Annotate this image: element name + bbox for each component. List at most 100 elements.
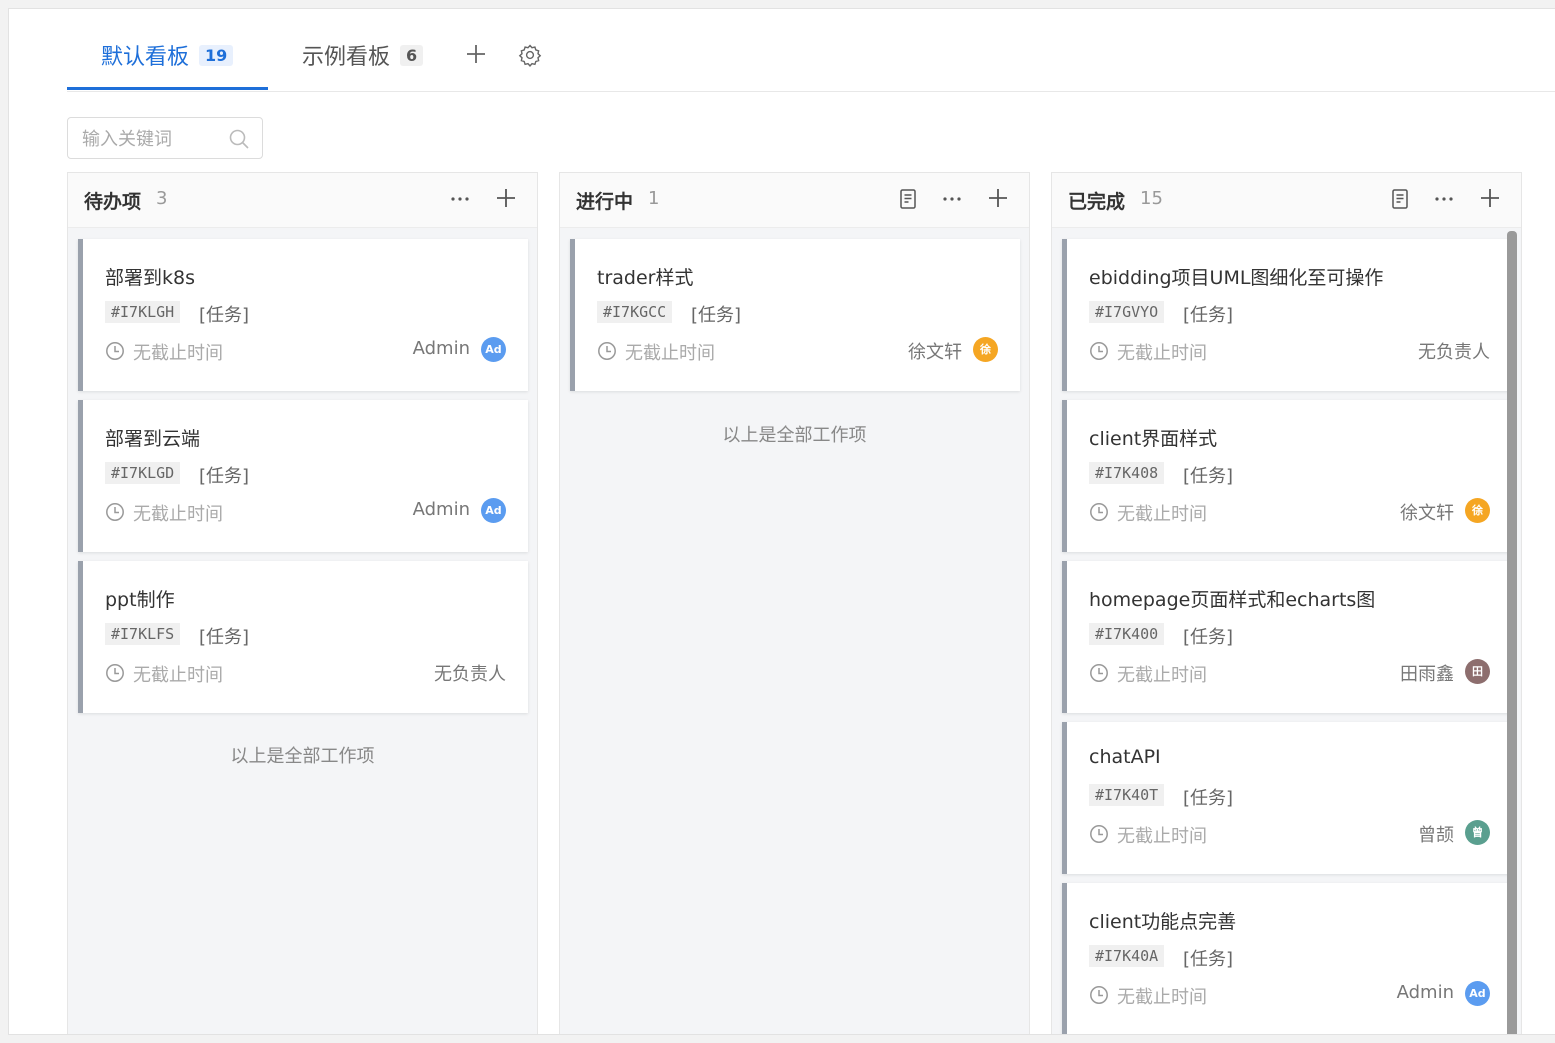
card-due: 无截止时间 (133, 504, 223, 525)
card-title: 部署到k8s (105, 267, 195, 289)
clock-icon (1090, 986, 1108, 1004)
task-card[interactable]: chatAPI #I7K40T [任务] 无截止时间 曾颉 曾 (1062, 722, 1512, 874)
column-title: 进行中 (576, 191, 634, 213)
task-card[interactable]: trader样式 #I7KGCC [任务] 无截止时间 徐文轩 徐 (570, 239, 1020, 391)
card-code: #I7KLGH (105, 301, 181, 323)
tab-count: 19 (199, 44, 234, 66)
card-title: homepage页面样式和echarts图 (1089, 589, 1376, 611)
clock-icon (106, 503, 124, 521)
card-owner: 无负责人 (434, 664, 506, 685)
clock-icon (106, 664, 124, 682)
column-title: 待办项 (84, 191, 142, 213)
task-card[interactable]: ppt制作 #I7KLFS [任务] 无截止时间 无负责人 (78, 561, 528, 713)
column-header: 进行中 1 (560, 173, 1029, 228)
card-type: [任务] (1183, 627, 1234, 648)
kanban-window: 默认看板 19 示例看板 6 待办项 3 (8, 8, 1555, 1035)
add-card-icon[interactable] (986, 187, 1010, 211)
card-type: [任务] (1183, 949, 1234, 970)
card-code: #I7K408 (1089, 462, 1165, 484)
task-card[interactable]: homepage页面样式和echarts图 #I7K400 [任务] 无截止时间… (1062, 561, 1512, 713)
task-card[interactable]: 部署到云端 #I7KLGD [任务] 无截止时间 Admin Ad (78, 400, 528, 552)
card-type: [任务] (199, 466, 250, 487)
card-due: 无截止时间 (1117, 504, 1207, 525)
card-title: chatAPI (1089, 746, 1161, 768)
column-in-progress: 进行中 1 trader样式 #I7KGCC [任务] 无截止时间 徐文轩 徐 … (559, 172, 1030, 1034)
column-done: 已完成 15 ebidding项目UML图细化至可操作 #I7GVYO [任务]… (1051, 172, 1522, 1034)
tab-example-board[interactable]: 示例看板 6 (302, 39, 424, 71)
avatar: Ad (1465, 981, 1490, 1006)
card-due: 无截止时间 (625, 343, 715, 364)
card-code: #I7KLGD (105, 462, 181, 484)
card-code: #I7KGCC (597, 301, 673, 323)
task-card[interactable]: ebidding项目UML图细化至可操作 #I7GVYO [任务] 无截止时间 … (1062, 239, 1512, 391)
card-code: #I7K40T (1089, 784, 1165, 806)
plus-icon[interactable] (463, 43, 489, 69)
more-icon[interactable] (940, 187, 964, 211)
card-type: [任务] (691, 305, 742, 326)
card-title: ebidding项目UML图细化至可操作 (1089, 267, 1384, 289)
avatar: Ad (481, 498, 506, 523)
more-icon[interactable] (448, 187, 472, 211)
card-title: ppt制作 (105, 589, 175, 611)
card-owner: 曾颉 (1418, 825, 1454, 846)
column-todo: 待办项 3 部署到k8s #I7KLGH [任务] 无截止时间 Admin Ad… (67, 172, 538, 1034)
add-card-icon[interactable] (1478, 187, 1502, 211)
clock-icon (1090, 825, 1108, 843)
task-card[interactable]: client功能点完善 #I7K40A [任务] 无截止时间 Admin Ad (1062, 883, 1512, 1034)
card-owner: Admin (412, 499, 470, 520)
avatar: 曾 (1465, 820, 1490, 845)
tab-label: 示例看板 (302, 45, 391, 70)
card-type: [任务] (199, 627, 250, 648)
more-icon[interactable] (1432, 187, 1456, 211)
clock-icon (1090, 342, 1108, 360)
keyword-search[interactable] (67, 117, 263, 159)
end-of-list-note: 以上是全部工作项 (722, 425, 867, 446)
tab-label: 默认看板 (101, 45, 190, 70)
column-scrollbar[interactable] (1507, 231, 1517, 1034)
card-due: 无截止时间 (1117, 665, 1207, 686)
board-tabs: 默认看板 19 示例看板 6 (67, 9, 1555, 92)
card-title: client功能点完善 (1089, 911, 1237, 933)
column-count: 3 (156, 188, 168, 209)
search-input[interactable] (80, 126, 224, 152)
card-owner: 无负责人 (1418, 342, 1490, 363)
card-owner: Admin (1396, 982, 1454, 1003)
avatar: 徐 (973, 337, 998, 362)
search-icon[interactable] (228, 128, 250, 150)
add-card-icon[interactable] (494, 187, 518, 211)
task-card[interactable]: client界面样式 #I7K408 [任务] 无截止时间 徐文轩 徐 (1062, 400, 1512, 552)
card-due: 无截止时间 (133, 665, 223, 686)
card-owner: 徐文轩 (908, 342, 962, 363)
card-type: [任务] (1183, 305, 1234, 326)
clock-icon (1090, 503, 1108, 521)
end-of-list-note: 以上是全部工作项 (230, 746, 375, 767)
task-card[interactable]: 部署到k8s #I7KLGH [任务] 无截止时间 Admin Ad (78, 239, 528, 391)
tab-default-board[interactable]: 默认看板 19 (101, 39, 234, 71)
card-due: 无截止时间 (1117, 343, 1207, 364)
clock-icon (1090, 664, 1108, 682)
card-due: 无截止时间 (1117, 987, 1207, 1008)
clock-icon (106, 342, 124, 360)
card-due: 无截止时间 (133, 343, 223, 364)
column-header: 已完成 15 (1052, 173, 1521, 228)
avatar: 田 (1465, 659, 1490, 684)
clock-icon (598, 342, 616, 360)
column-header: 待办项 3 (68, 173, 537, 228)
card-type: [任务] (1183, 788, 1234, 809)
card-title: trader样式 (597, 267, 694, 289)
avatar: 徐 (1465, 498, 1490, 523)
column-count: 1 (648, 188, 660, 209)
card-owner: 田雨鑫 (1400, 664, 1454, 685)
card-owner: Admin (412, 338, 470, 359)
column-count: 15 (1140, 188, 1163, 209)
column-title: 已完成 (1068, 191, 1126, 213)
document-icon[interactable] (896, 187, 920, 211)
avatar: Ad (481, 337, 506, 362)
card-code: #I7KLFS (105, 623, 181, 645)
card-due: 无截止时间 (1117, 826, 1207, 847)
card-code: #I7GVYO (1089, 301, 1165, 323)
document-icon[interactable] (1388, 187, 1412, 211)
card-title: client界面样式 (1089, 428, 1218, 450)
gear-icon[interactable] (517, 43, 543, 69)
active-tab-indicator (67, 87, 268, 90)
